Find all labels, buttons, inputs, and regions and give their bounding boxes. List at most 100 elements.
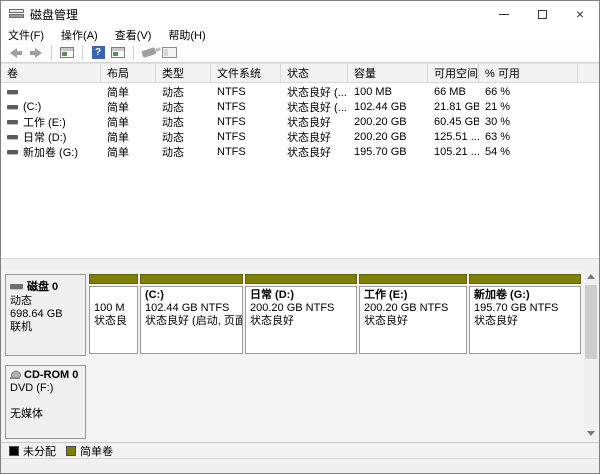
volume-icon bbox=[7, 120, 18, 124]
volume-free-space: 66 MB bbox=[428, 84, 479, 99]
minimize-icon bbox=[499, 14, 509, 15]
volume-list: 简单 动态 NTFS 状态良好 (... 100 MB 66 MB 66 % (… bbox=[1, 84, 600, 159]
scrollbar-thumb[interactable] bbox=[585, 285, 597, 359]
footer: 未分配 简单卷 bbox=[1, 442, 600, 473]
volume-layout: 简单 bbox=[101, 114, 156, 129]
partition-color-bar bbox=[359, 274, 467, 284]
table-row[interactable]: 工作 (E:) 简单 动态 NTFS 状态良好 200.20 GB 60.45 … bbox=[1, 114, 600, 129]
cdrom-icon bbox=[10, 371, 20, 379]
column-header-volume[interactable]: 卷 bbox=[1, 64, 101, 82]
volume-status: 状态良好 bbox=[281, 114, 348, 129]
volume-filesystem: NTFS bbox=[211, 84, 281, 99]
partition-e[interactable]: 工作 (E:) 200.20 GB NTFS 状态良好 bbox=[359, 274, 467, 356]
close-button[interactable]: × bbox=[561, 1, 599, 27]
minimize-button[interactable] bbox=[485, 1, 523, 27]
volume-filesystem: NTFS bbox=[211, 144, 281, 159]
volume-capacity: 100 MB bbox=[348, 84, 428, 99]
volume-percent-free: 30 % bbox=[479, 114, 578, 129]
partition-name: 新加卷 (G:) bbox=[474, 289, 576, 302]
column-header-layout[interactable]: 布局 bbox=[101, 64, 156, 82]
legend-label: 简单卷 bbox=[80, 443, 113, 459]
disk-management-app-icon bbox=[9, 9, 24, 20]
disk0-size: 698.64 GB bbox=[10, 308, 81, 321]
volume-percent-free: 63 % bbox=[479, 129, 578, 144]
volume-free-space: 105.21 ... bbox=[428, 144, 479, 159]
column-header-percent-free[interactable]: % 可用 bbox=[479, 64, 578, 82]
volume-percent-free: 66 % bbox=[479, 84, 578, 99]
volume-capacity: 195.70 GB bbox=[348, 144, 428, 159]
column-header-type[interactable]: 类型 bbox=[156, 64, 211, 82]
partition-status: 状态良好 bbox=[364, 315, 462, 328]
vertical-scrollbar[interactable] bbox=[584, 269, 598, 440]
partition-name bbox=[94, 289, 133, 302]
disk0-type: 动态 bbox=[10, 295, 81, 308]
partition-color-bar bbox=[469, 274, 581, 284]
action-pane-icon bbox=[111, 47, 125, 58]
title-bar: 磁盘管理 × bbox=[1, 1, 599, 27]
show-console-tree-button[interactable] bbox=[58, 45, 76, 61]
menu-view[interactable]: 查看(V) bbox=[115, 27, 152, 43]
table-row[interactable]: 新加卷 (G:) 简单 动态 NTFS 状态良好 195.70 GB 105.2… bbox=[1, 144, 600, 159]
partition-name: 日常 (D:) bbox=[250, 289, 352, 302]
column-header-filesystem[interactable]: 文件系统 bbox=[211, 64, 281, 82]
disk-management-window: 磁盘管理 × 文件(F) 操作(A) 查看(V) 帮助(H) ? bbox=[0, 0, 600, 474]
forward-button[interactable] bbox=[27, 45, 45, 61]
show-action-pane-button[interactable] bbox=[109, 45, 127, 61]
table-row[interactable]: 简单 动态 NTFS 状态良好 (... 100 MB 66 MB 66 % bbox=[1, 84, 600, 99]
partition-color-bar bbox=[89, 274, 138, 284]
partition-size: 102.44 GB NTFS bbox=[145, 302, 238, 315]
help-button[interactable]: ? bbox=[89, 45, 107, 61]
chevron-up-icon bbox=[587, 274, 595, 279]
table-row[interactable]: 日常 (D:) 简单 动态 NTFS 状态良好 200.20 GB 125.51… bbox=[1, 129, 600, 144]
cdrom0-label-box[interactable]: CD-ROM 0 DVD (F:) 无媒体 bbox=[5, 365, 86, 439]
legend-bar: 未分配 简单卷 bbox=[1, 442, 600, 459]
disk0-label-box[interactable]: 磁盘 0 动态 698.64 GB 联机 bbox=[5, 274, 86, 356]
column-header-capacity[interactable]: 容量 bbox=[348, 64, 428, 82]
partition-g[interactable]: 新加卷 (G:) 195.70 GB NTFS 状态良好 bbox=[469, 274, 581, 356]
column-header-status[interactable]: 状态 bbox=[281, 64, 348, 82]
cdrom-name: CD-ROM 0 bbox=[24, 369, 78, 381]
menu-help[interactable]: 帮助(H) bbox=[168, 27, 205, 43]
volume-percent-free: 21 % bbox=[479, 99, 578, 114]
back-button[interactable] bbox=[7, 45, 25, 61]
volume-free-space: 21.81 GB bbox=[428, 99, 479, 114]
menu-action[interactable]: 操作(A) bbox=[61, 27, 98, 43]
partition-d[interactable]: 日常 (D:) 200.20 GB NTFS 状态良好 bbox=[245, 274, 357, 356]
volume-filesystem: NTFS bbox=[211, 99, 281, 114]
legend-simple-volume: 简单卷 bbox=[66, 443, 113, 459]
legend-unallocated: 未分配 bbox=[9, 443, 56, 459]
volume-table-header: 卷 布局 类型 文件系统 状态 容量 可用空间 % 可用 bbox=[1, 63, 600, 83]
partition-c[interactable]: (C:) 102.44 GB NTFS 状态良好 (启动, 页面文 bbox=[140, 274, 243, 356]
volume-percent-free: 54 % bbox=[479, 144, 578, 159]
volume-filesystem: NTFS bbox=[211, 114, 281, 129]
scroll-up-button[interactable] bbox=[584, 269, 598, 283]
volume-type: 动态 bbox=[156, 84, 211, 99]
volume-type: 动态 bbox=[156, 129, 211, 144]
partition-status: 状态良 bbox=[94, 315, 133, 328]
menu-file[interactable]: 文件(F) bbox=[8, 27, 44, 43]
console-tree-icon bbox=[60, 47, 74, 58]
window-title: 磁盘管理 bbox=[30, 6, 78, 23]
volume-type: 动态 bbox=[156, 144, 211, 159]
maximize-button[interactable] bbox=[523, 1, 561, 27]
volume-icon bbox=[7, 90, 18, 94]
table-row[interactable]: (C:) 简单 动态 NTFS 状态良好 (... 102.44 GB 21.8… bbox=[1, 99, 600, 114]
volume-layout: 简单 bbox=[101, 84, 156, 99]
partition-name: (C:) bbox=[145, 289, 238, 302]
partition-color-bar bbox=[140, 274, 243, 284]
partition-size: 200.20 GB NTFS bbox=[250, 302, 352, 315]
unallocated-swatch-icon bbox=[9, 446, 19, 456]
cdrom-media-status: 无媒体 bbox=[10, 408, 81, 421]
column-header-free-space[interactable]: 可用空间 bbox=[428, 64, 479, 82]
properties-button[interactable] bbox=[140, 45, 158, 61]
forward-icon bbox=[30, 48, 42, 58]
partition-color-bar bbox=[245, 274, 357, 284]
properties-icon bbox=[141, 47, 156, 58]
column-header-blank bbox=[578, 64, 600, 82]
pane-splitter[interactable] bbox=[1, 258, 600, 269]
view-button[interactable] bbox=[160, 45, 178, 61]
partition-system-reserved[interactable]: 100 M 状态良 bbox=[89, 274, 138, 356]
maximize-icon bbox=[538, 10, 547, 19]
volume-name: 新加卷 (G:) bbox=[23, 144, 78, 159]
scroll-down-button[interactable] bbox=[584, 426, 598, 440]
